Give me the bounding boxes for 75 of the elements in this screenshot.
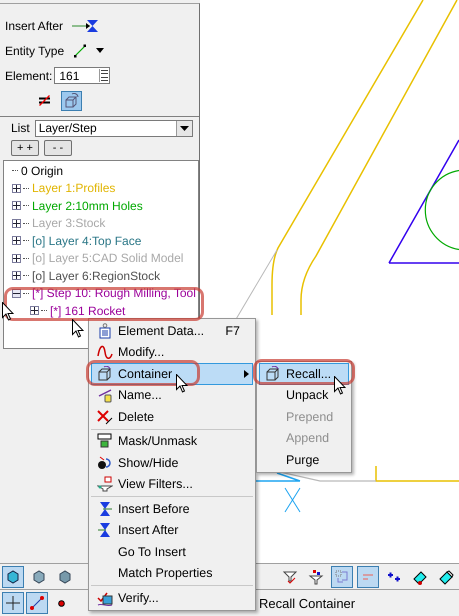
filter-icon: [282, 568, 298, 584]
menu-item[interactable]: Show/Hide: [91, 452, 253, 474]
swap-icon: [334, 568, 350, 584]
menu-item[interactable]: Insert After: [91, 520, 253, 541]
curve-icon: [97, 344, 113, 360]
menu-item[interactable]: Verify...: [91, 587, 253, 608]
menu-item[interactable]: View Filters...: [91, 474, 253, 495]
not-equal-icon: [39, 95, 50, 106]
menu-item[interactable]: Name...: [91, 384, 253, 406]
expand-toggle[interactable]: [12, 271, 21, 280]
cross-mark: [284, 488, 300, 512]
menu-item[interactable]: Match Properties: [91, 562, 253, 584]
eraser-icon: [438, 568, 454, 584]
entity-type-label: Entity Type: [5, 44, 64, 58]
filter-icon: [308, 568, 324, 584]
line-icon: [72, 42, 88, 58]
caret-icon: [96, 48, 104, 53]
expand-toggle[interactable]: [30, 306, 39, 316]
delete-icon: [97, 408, 113, 425]
menu-item[interactable]: Container: [91, 363, 253, 384]
data-sheet-icon: [97, 322, 113, 339]
status-message: Recall Container: [258, 596, 356, 610]
toolpath-line: [255, 472, 301, 482]
minus-icon: [363, 574, 373, 580]
expand-toggle[interactable]: [12, 218, 21, 228]
caret-icon: [180, 126, 189, 130]
show-hide-icon: [97, 454, 113, 471]
expand-toggle[interactable]: [12, 254, 21, 263]
tag-icon: [97, 387, 113, 404]
submenu-arrow-icon: [244, 370, 249, 378]
container-button[interactable]: [61, 90, 82, 110]
menu-item[interactable]: Insert Before: [91, 498, 253, 520]
menu-item[interactable]: Purge: [259, 449, 349, 470]
eraser-icon: [412, 568, 428, 584]
tree-item[interactable]: 0 Origin: [20, 164, 64, 178]
expand-toggle[interactable]: [12, 236, 21, 246]
expand-toggle[interactable]: [12, 184, 21, 193]
plus-icon: [13, 184, 20, 192]
plus-icon: [13, 220, 20, 227]
element-label: Element:: [5, 68, 52, 82]
mask-icon: [97, 433, 113, 450]
menu-item[interactable]: Mask/Unmask: [91, 430, 253, 452]
tree-item[interactable]: [o] Layer 4:Top Face: [31, 234, 142, 248]
filter-icon: [97, 476, 113, 492]
list-label: List: [11, 121, 30, 135]
plus-icon: [13, 202, 20, 210]
plus-icon: [31, 307, 38, 314]
element-number-field[interactable]: 161: [54, 67, 110, 84]
expand-all-button[interactable]: + +: [11, 140, 39, 156]
plus-icon: [13, 272, 20, 280]
cursor-icon: [176, 374, 188, 393]
plus-icon: [13, 254, 20, 262]
insert-mode-label: Insert After: [5, 18, 64, 32]
tree-item[interactable]: [o] Layer 6:RegionStock: [31, 268, 162, 283]
menu-item[interactable]: Delete: [91, 406, 253, 428]
menu-item[interactable]: Modify...: [91, 342, 253, 363]
tree-item[interactable]: [*] 161 Rocket: [49, 304, 126, 318]
line-icon: [29, 595, 45, 611]
collapse-all-button[interactable]: - -: [44, 140, 72, 156]
list-dropdown[interactable]: Layer/Step: [34, 120, 193, 136]
menu-item[interactable]: Element Data... F7: [91, 320, 253, 342]
cursor-icon: [72, 319, 84, 338]
plus-icon: [13, 237, 20, 244]
menu-item[interactable]: Go To Insert: [91, 541, 253, 562]
crosshair-icon: [5, 595, 21, 611]
expand-toggle[interactable]: [12, 201, 21, 210]
tree-item[interactable]: [*] Step 10: Rough Milling, Tool: [31, 286, 197, 300]
cursor-icon: [334, 376, 346, 395]
snap-mode-button[interactable]: [2, 592, 24, 614]
verify-icon: [97, 590, 113, 606]
insert-after-icon: [97, 522, 113, 538]
menu-item[interactable]: Unpack: [259, 384, 349, 406]
point-icon: [58, 600, 64, 606]
insert-before-icon: [97, 500, 113, 517]
view-mode-button[interactable]: [2, 566, 24, 588]
